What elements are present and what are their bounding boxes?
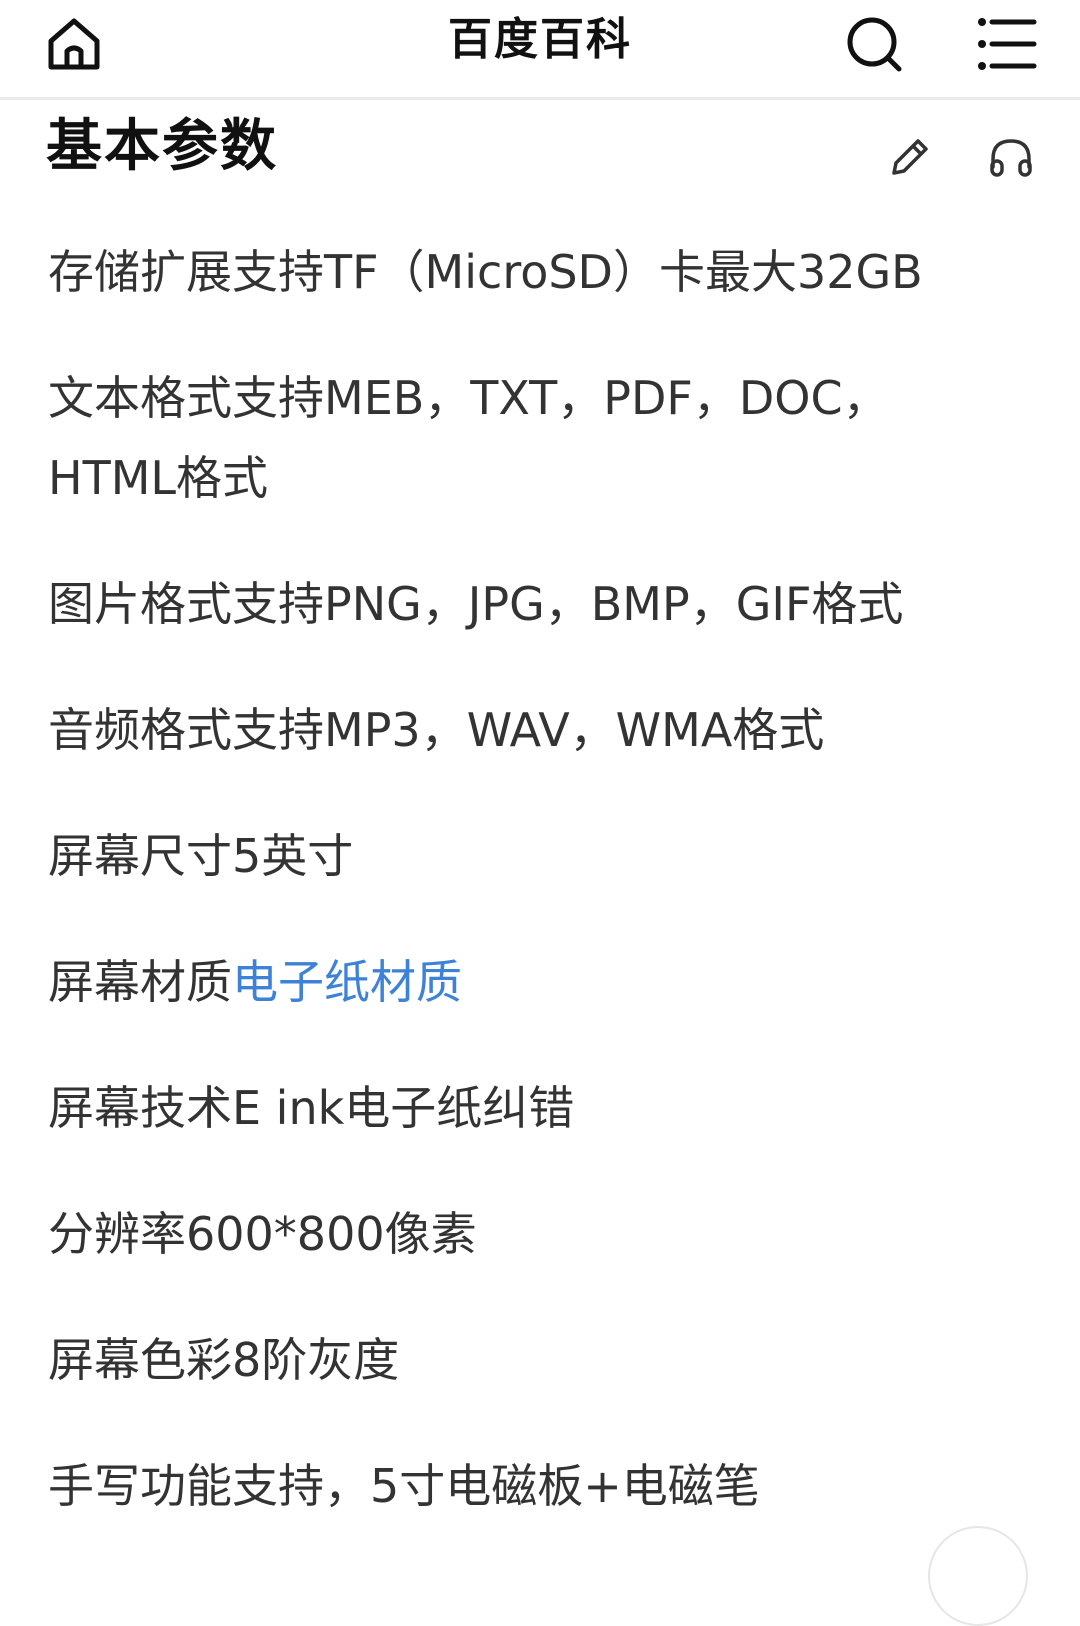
search-button[interactable] xyxy=(842,12,906,76)
param-value: 5英寸 xyxy=(232,829,354,883)
param-value: 8阶灰度 xyxy=(232,1333,400,1387)
param-image-format: 图片格式支持PNG，JPG，BMP，GIF格式 xyxy=(48,564,988,644)
param-text-format: 文本格式支持MEB，TXT，PDF，DOC，HTML格式 xyxy=(48,358,988,518)
headphones-icon xyxy=(990,139,1032,177)
section-title: 基本参数 xyxy=(46,114,278,179)
top-bar: 百度百科 xyxy=(0,0,1080,100)
param-handwriting: 手写功能支持，5寸电磁板+电磁笔 xyxy=(48,1446,988,1526)
basic-params-list: 存储扩展支持TF（MicroSD）卡最大32GB 文本格式支持MEB，TXT，P… xyxy=(48,232,988,1572)
param-label: 屏幕材质 xyxy=(48,955,232,1009)
param-value: 600*800像素 xyxy=(186,1207,477,1261)
param-screen-size: 屏幕尺寸5英寸 xyxy=(48,816,988,896)
param-label: 分辨率 xyxy=(48,1207,186,1261)
home-button[interactable] xyxy=(42,12,106,76)
param-label: 文本格式 xyxy=(48,371,232,425)
param-audio-format: 音频格式支持MP3，WAV，WMA格式 xyxy=(48,690,988,770)
param-value: 支持，5寸电磁板+电磁笔 xyxy=(232,1459,760,1513)
site-title: 百度百科 xyxy=(448,14,632,65)
edit-button[interactable] xyxy=(884,133,934,183)
floating-button[interactable] xyxy=(928,1526,1028,1626)
param-label: 手写功能 xyxy=(48,1459,232,1513)
param-value: E ink电子纸纠错 xyxy=(232,1081,575,1135)
pencil-icon xyxy=(892,139,928,175)
section-header: 基本参数 xyxy=(0,103,1080,203)
param-value: 支持TF（MicroSD）卡最大32GB xyxy=(232,245,923,299)
param-label: 图片格式 xyxy=(48,577,232,631)
search-icon xyxy=(847,17,902,72)
menu-icon xyxy=(978,18,1037,70)
menu-button[interactable] xyxy=(974,12,1038,76)
screen-material-link[interactable]: 电子纸材质 xyxy=(232,955,462,1009)
param-label: 屏幕色彩 xyxy=(48,1333,232,1387)
param-value: 支持PNG，JPG，BMP，GIF格式 xyxy=(232,577,904,631)
param-label: 音频格式 xyxy=(48,703,232,757)
param-resolution: 分辨率600*800像素 xyxy=(48,1194,988,1274)
param-value: 支持MP3，WAV，WMA格式 xyxy=(232,703,825,757)
param-label: 屏幕技术 xyxy=(48,1081,232,1135)
home-icon xyxy=(48,18,100,70)
param-screen-material: 屏幕材质电子纸材质 xyxy=(48,942,988,1022)
param-label: 存储扩展 xyxy=(48,245,232,299)
param-screen-tech: 屏幕技术E ink电子纸纠错 xyxy=(48,1068,988,1148)
param-storage: 存储扩展支持TF（MicroSD）卡最大32GB xyxy=(48,232,988,312)
param-label: 屏幕尺寸 xyxy=(48,829,232,883)
param-screen-color: 屏幕色彩8阶灰度 xyxy=(48,1320,988,1400)
listen-button[interactable] xyxy=(986,133,1036,183)
